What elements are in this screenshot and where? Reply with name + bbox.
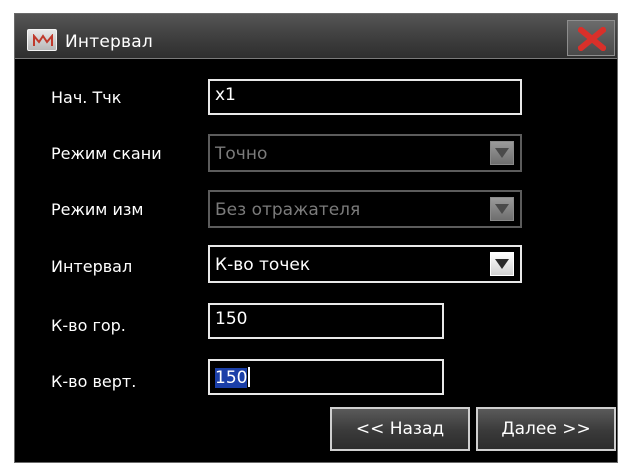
scan-mode-value: Точно xyxy=(215,144,268,164)
count-horizontal-label: К-во гор. xyxy=(51,316,126,335)
window-title: Интервал xyxy=(65,32,153,52)
screen-frame: Интервал Нач. Тчк x1 Режим скани Точно Р… xyxy=(0,0,618,463)
start-point-input[interactable]: x1 xyxy=(208,79,522,115)
text-cursor xyxy=(248,367,251,387)
measure-mode-select[interactable]: Без отражателя xyxy=(208,190,522,228)
next-button[interactable]: Далее >> xyxy=(476,407,616,451)
interval-select[interactable]: К-во точек xyxy=(208,245,522,283)
interval-value: К-во точек xyxy=(215,255,311,275)
start-point-label: Нач. Тчк xyxy=(51,88,122,107)
back-button[interactable]: << Назад xyxy=(330,407,470,451)
dropdown-arrow-icon xyxy=(490,141,514,165)
close-x-icon xyxy=(578,27,606,51)
close-button[interactable] xyxy=(567,20,615,56)
scan-mode-label: Режим скани xyxy=(51,144,162,163)
count-vertical-label: К-во верт. xyxy=(51,372,137,391)
count-horizontal-input[interactable]: 150 xyxy=(208,303,444,339)
dropdown-arrow-icon xyxy=(490,252,514,276)
title-bar: Интервал xyxy=(15,14,617,59)
interval-label: Интервал xyxy=(51,257,133,276)
dialog-window: Интервал Нач. Тчк x1 Режим скани Точно Р… xyxy=(14,13,618,463)
count-vertical-input[interactable]: 150 xyxy=(208,359,444,395)
measure-mode-value: Без отражателя xyxy=(215,200,361,220)
measure-mode-label: Режим изм xyxy=(51,200,144,219)
scan-mode-select[interactable]: Точно xyxy=(208,134,522,172)
selected-text: 150 xyxy=(215,368,248,388)
app-icon xyxy=(27,29,57,51)
dropdown-arrow-icon xyxy=(490,197,514,221)
